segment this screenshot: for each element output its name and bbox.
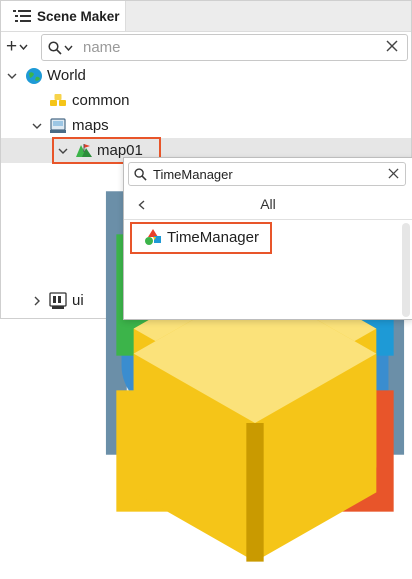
popup-category-header: All	[124, 192, 412, 218]
chevron-down-icon[interactable]	[7, 71, 17, 81]
tree-item-ui[interactable]: ui	[1, 288, 121, 313]
tree-item-label: ui	[72, 292, 84, 309]
chevron-down-icon[interactable]	[32, 121, 42, 131]
close-icon[interactable]	[388, 168, 399, 179]
add-button[interactable]: +	[6, 37, 28, 56]
search-icon	[134, 167, 147, 181]
maps-icon	[50, 118, 66, 133]
chevron-right-icon[interactable]	[32, 296, 42, 306]
highlight-timemanager	[130, 222, 272, 254]
tree-item-label: World	[47, 67, 86, 84]
panel-title: Scene Maker	[37, 8, 120, 24]
tree-item-label: common	[72, 92, 130, 109]
list-icon	[13, 10, 31, 22]
popup-scrollbar[interactable]	[402, 223, 410, 317]
chevron-down-icon[interactable]	[64, 45, 73, 51]
popup-search-input[interactable]: TimeManager	[153, 167, 233, 182]
tree-item-common[interactable]: common	[1, 88, 411, 113]
chevron-left-icon[interactable]	[138, 200, 145, 210]
ui-icon	[49, 292, 67, 309]
globe-icon	[26, 68, 42, 84]
toolbar: +	[1, 32, 411, 61]
add-component-popup: TimeManager All TimeManager	[123, 157, 412, 320]
tree-item-label: maps	[72, 117, 109, 134]
popup-search-box[interactable]: TimeManager	[128, 162, 406, 186]
popup-list: TimeManager	[124, 219, 412, 319]
tab-scene-maker[interactable]: Scene Maker	[1, 1, 126, 31]
search-box[interactable]	[41, 34, 408, 61]
scene-maker-panel: Scene Maker + World common	[0, 0, 412, 562]
chevron-down-icon	[19, 44, 28, 50]
search-input[interactable]	[81, 38, 375, 57]
add-label: +	[6, 36, 18, 57]
common-folder-icon	[50, 94, 66, 106]
popup-category-title: All	[260, 196, 276, 212]
search-icon	[48, 40, 62, 55]
tab-bar: Scene Maker	[1, 1, 411, 32]
tree-item-world[interactable]: World	[1, 63, 411, 88]
tree-item-maps[interactable]: maps	[1, 113, 411, 138]
close-icon[interactable]	[386, 40, 398, 52]
